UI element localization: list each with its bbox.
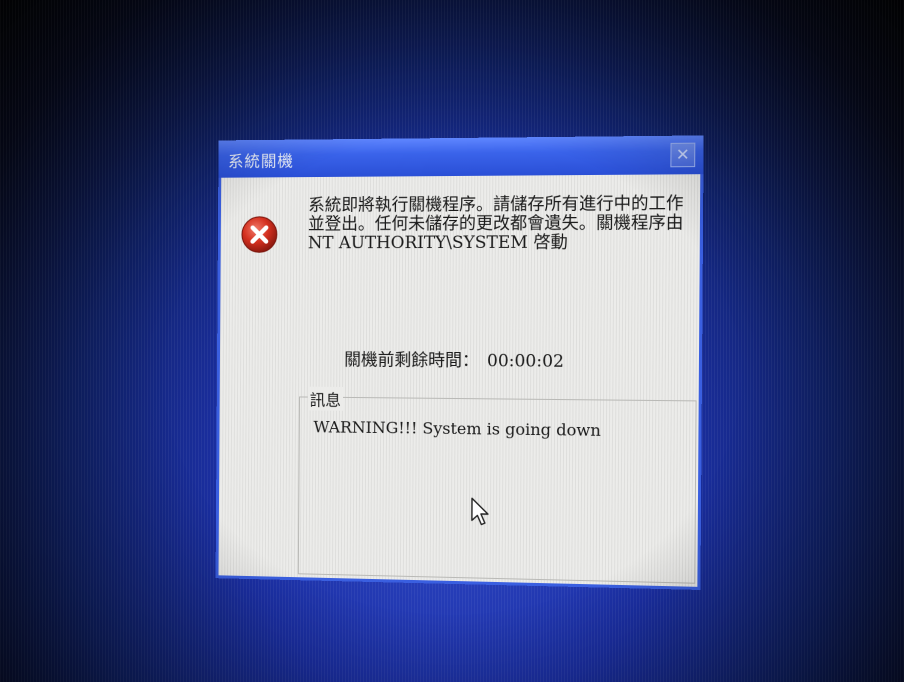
dialog-body: 系統即將執行關機程序。請儲存所有進行中的工作並登出。任何未儲存的更改都會遺失。關… bbox=[215, 174, 704, 590]
mouse-pointer-icon bbox=[470, 496, 490, 526]
info-message: WARNING!!! System is going down bbox=[313, 417, 601, 440]
message-groupbox-label: 訊息 bbox=[307, 386, 344, 411]
shutdown-message: 系統即將執行關機程序。請儲存所有進行中的工作並登出。任何未儲存的更改都會遺失。關… bbox=[307, 193, 684, 254]
countdown-value: 00:00:02 bbox=[486, 351, 565, 372]
message-groupbox: 訊息 WARNING!!! System is going down bbox=[297, 386, 697, 584]
desktop: { "dialog": { "title": "系統關機", "close_la… bbox=[0, 0, 904, 682]
dialog-titlebar[interactable]: 系統關機 ✕ bbox=[218, 135, 704, 178]
shutdown-dialog: 系統關機 ✕ 系統即將執行關機程序。請儲存所有進行中的工作並登出。任何未儲存的更… bbox=[215, 135, 704, 590]
error-icon bbox=[240, 215, 279, 255]
countdown-label: 關機前剩餘時間： bbox=[344, 350, 480, 372]
close-button[interactable]: ✕ bbox=[670, 142, 696, 168]
countdown: 關機前剩餘時間： 00:00:02 bbox=[344, 345, 565, 372]
dialog-title: 系統關機 bbox=[227, 151, 294, 171]
close-icon: ✕ bbox=[675, 144, 690, 165]
